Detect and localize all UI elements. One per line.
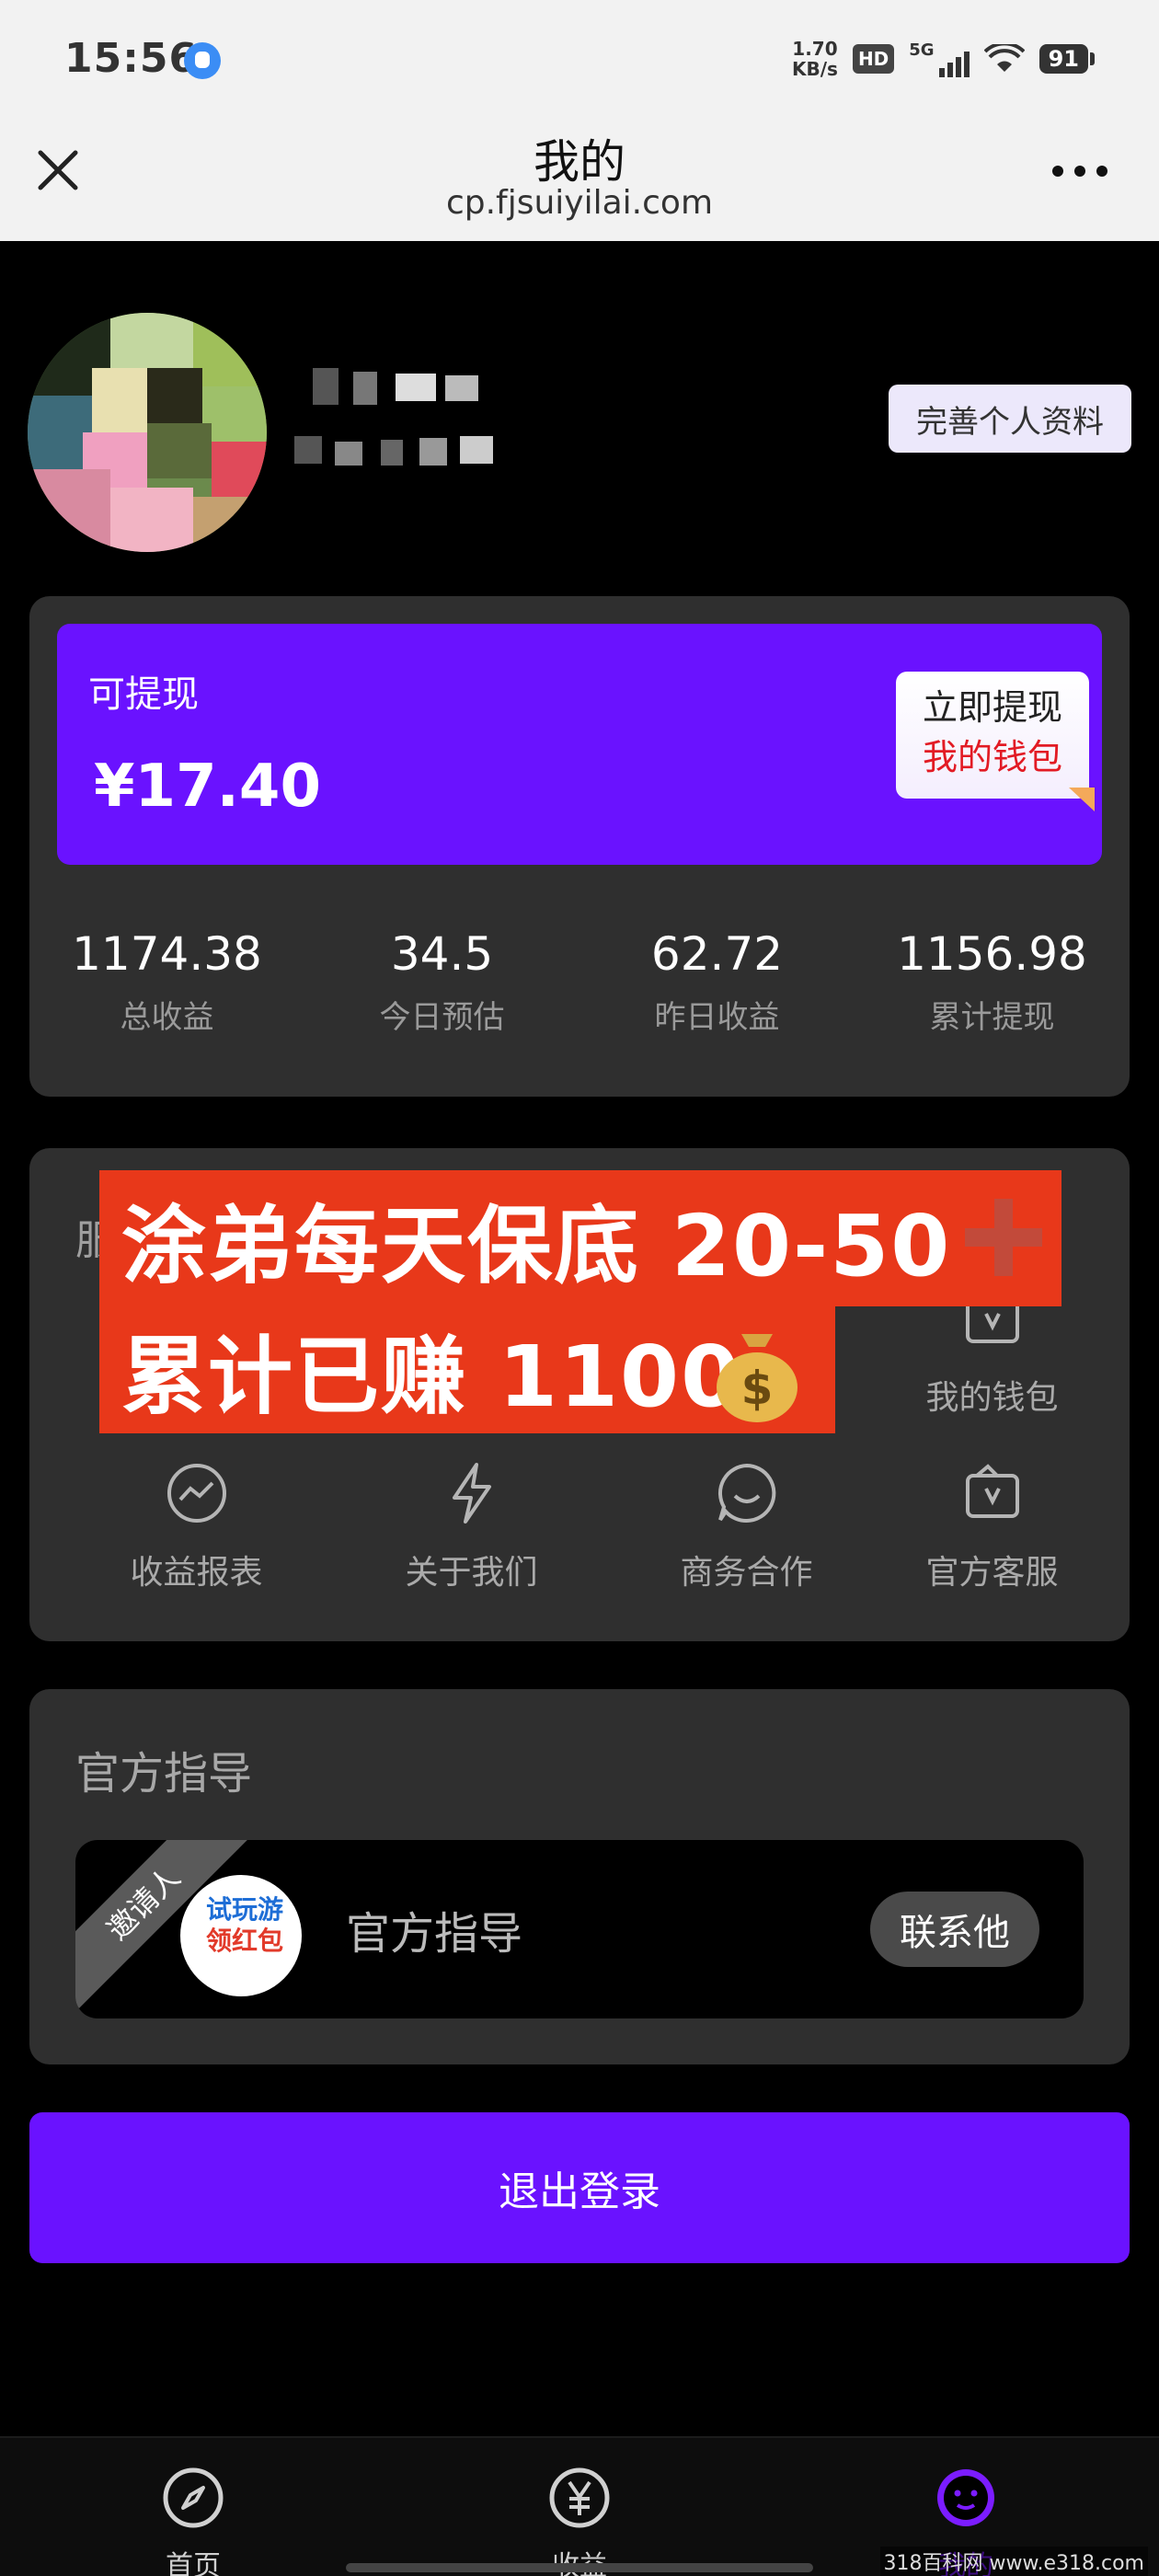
- stat-label: 累计提现: [929, 999, 1055, 1036]
- wallet-panel: 可提现 ¥17.40 立即提现 我的钱包 1174.38 总收益 34.5 今日…: [29, 596, 1130, 1097]
- promo-text-1: 涂弟每天保底 20-50: [121, 1197, 952, 1295]
- stat-yesterday-earnings: 62.72 昨日收益: [580, 927, 855, 1037]
- stat-value: 1174.38: [72, 927, 262, 981]
- tab-home[interactable]: 首页: [101, 2466, 285, 2576]
- page-title: 我的: [534, 135, 625, 189]
- service-label: 商务合作: [680, 1554, 813, 1592]
- withdrawable-label: 可提现: [88, 673, 199, 716]
- money-bag-icon: $: [717, 1334, 798, 1422]
- stat-value: 62.72: [650, 927, 784, 981]
- chart-icon: [166, 1464, 226, 1523]
- signal-icon: 5G: [909, 40, 970, 77]
- status-indicators: 1.70 KB/s HD 5G 91: [792, 39, 1095, 79]
- status-bar: 15:56 1.70 KB/s HD 5G 91: [0, 0, 1159, 120]
- lightning-icon: [452, 1463, 491, 1524]
- network-speed-value: 1.70: [792, 38, 838, 60]
- logo-text-2: 领红包: [206, 1926, 284, 1956]
- battery-icon: 91: [1039, 44, 1095, 74]
- withdrawable-card[interactable]: 可提现 ¥17.40 立即提现 我的钱包: [57, 624, 1102, 865]
- page-url: cp.fjsuiyilai.com: [445, 184, 714, 222]
- logout-button[interactable]: 退出登录: [29, 2112, 1130, 2263]
- home-indicator[interactable]: [346, 2563, 813, 2572]
- stat-value: 1156.98: [897, 927, 1087, 981]
- stat-total-withdrawn: 1156.98 累计提现: [855, 927, 1130, 1037]
- inviter-name: 官方指导: [346, 1908, 523, 1960]
- earnings-stats: 1174.38 总收益 34.5 今日预估 62.72 昨日收益 1156.98…: [29, 927, 1130, 1037]
- chat-icon: [717, 1463, 775, 1523]
- hd-badge: HD: [852, 44, 895, 74]
- complete-profile-button[interactable]: 完善个人资料: [889, 385, 1131, 453]
- stat-label: 今日预估: [379, 999, 505, 1036]
- guidance-title: 官方指导: [75, 1748, 253, 1800]
- network-speed-unit: KB/s: [791, 58, 838, 80]
- service-label: 我的钱包: [925, 1379, 1059, 1417]
- stat-total-earnings: 1174.38 总收益: [29, 927, 304, 1037]
- service-business-cooperation[interactable]: 商务合作: [609, 1461, 884, 1593]
- guidance-panel: 官方指导 邀请人 试玩游 领红包 官方指导 联系他: [29, 1689, 1130, 2064]
- wallet-icon: [965, 1464, 1019, 1518]
- yuan-icon: [549, 2467, 610, 2528]
- promo-line-1: 涂弟每天保底 20-50: [99, 1170, 1061, 1306]
- svg-text:$: $: [741, 1362, 774, 1415]
- username-blurred: [294, 359, 515, 497]
- withdrawable-amount: ¥17.40: [94, 753, 321, 821]
- withdraw-now-label: 立即提现: [922, 687, 1062, 728]
- contact-button[interactable]: 联系他: [870, 1892, 1039, 1967]
- stat-value: 34.5: [390, 927, 494, 981]
- network-type: 5G: [909, 40, 935, 60]
- service-label: 官方客服: [925, 1554, 1059, 1592]
- smiley-icon: [937, 2469, 994, 2526]
- tab-earnings[interactable]: 收益: [488, 2466, 671, 2576]
- withdraw-now-button[interactable]: 立即提现 我的钱包: [896, 672, 1095, 811]
- stat-label: 总收益: [120, 999, 214, 1036]
- browser-title-bar: 我的 cp.fjsuiyilai.com: [0, 120, 1159, 241]
- wifi-icon: [983, 44, 1025, 72]
- status-time: 15:56: [64, 35, 199, 82]
- more-options-icon[interactable]: [1052, 166, 1107, 177]
- avatar[interactable]: [28, 313, 267, 552]
- battery-level: 91: [1039, 44, 1088, 74]
- service-earnings-report[interactable]: 收益报表: [59, 1461, 334, 1593]
- notification-app-icon: [184, 42, 221, 79]
- my-wallet-label: 我的钱包: [922, 737, 1062, 777]
- stat-today-estimate: 34.5 今日预估: [304, 927, 580, 1037]
- service-label: 收益报表: [130, 1554, 263, 1592]
- inviter-avatar: 试玩游 领红包: [180, 1875, 302, 1996]
- service-official-support[interactable]: 官方客服: [855, 1461, 1130, 1593]
- service-label: 关于我们: [405, 1554, 538, 1592]
- promo-line-2: 累计已赚 1100 $: [99, 1305, 835, 1433]
- stat-label: 昨日收益: [654, 999, 780, 1036]
- inviter-card: 邀请人 试玩游 领红包 官方指导 联系他: [75, 1840, 1084, 2018]
- network-speed: 1.70 KB/s: [792, 39, 838, 79]
- watermark: 318百科网 www.e318.com: [879, 2547, 1148, 2576]
- plus-icon: [965, 1199, 1042, 1276]
- promo-text-2: 累计已赚 1100: [121, 1328, 742, 1426]
- service-about-us[interactable]: 关于我们: [334, 1461, 609, 1593]
- tab-label: 首页: [166, 2550, 221, 2576]
- compass-icon: [163, 2467, 224, 2528]
